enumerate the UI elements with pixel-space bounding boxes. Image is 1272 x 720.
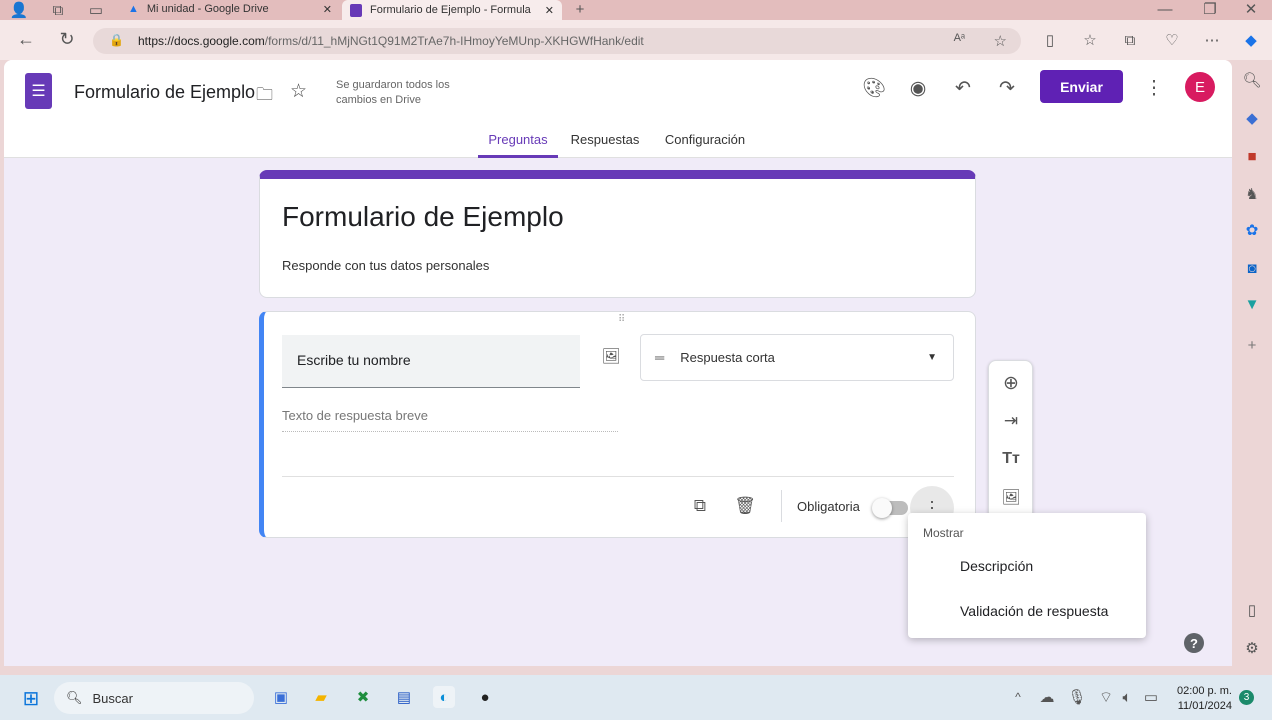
drag-handle-icon[interactable]: ⠿ [618,314,626,325]
add-image-icon[interactable]: 🖼︎ [999,485,1023,509]
menu-item-descripcion[interactable]: Descripción [908,543,1146,588]
forms-icon [350,3,362,17]
minimize-icon[interactable]: — [1150,0,1180,18]
tab-respuestas[interactable]: Respuestas [564,132,646,147]
microsoft365-icon[interactable]: ✿ [1242,220,1262,240]
divider [282,476,954,477]
required-label: Obligatoria [797,499,860,514]
address-bar[interactable]: 🔒 https://docs.google.com/forms/d/11_hMj… [93,28,1021,54]
save-status: Se guardaron todos los cambios en Drive [336,79,450,106]
add-icon[interactable]: + [1242,335,1262,355]
add-question-icon[interactable]: ⊕ [999,371,1023,395]
back-icon[interactable]: ← [14,26,38,52]
workspaces-icon[interactable]: ⧉ [48,0,68,20]
tab-google-drive[interactable]: ▲ Mi unidad - Google Drive ✕ [120,0,340,18]
star-icon[interactable]: ☆ [290,80,307,103]
taskbar-search[interactable]: 🔍︎ Buscar [54,682,254,714]
answer-placeholder: Texto de respuesta breve [282,408,618,432]
games-icon[interactable]: ♞ [1242,184,1262,204]
question-title-input[interactable]: Escribe tu nombre [282,335,580,388]
question-options-menu: Mostrar Descripción Validación de respue… [908,513,1146,638]
windows-taskbar: ⊞ 🔍︎ Buscar ▣ ▰ ✖ ▤ ◐ ● ^ ☁ 🎙︎ ⌔ 🔈︎ ▭ 02:… [0,675,1272,720]
duplicate-icon[interactable]: ⧉ [688,494,712,518]
search-icon[interactable]: 🔍︎ [1242,70,1262,90]
add-title-icon[interactable]: Tт [999,447,1023,471]
edge-sidebar: 🔍︎ ◆ ■ ♞ ✿ ◙ ▼ + ▯ ⚙ [1232,60,1272,675]
delete-icon[interactable]: 🗑︎ [733,494,757,518]
folder-icon[interactable]: 🗀 [256,82,273,111]
copilot-icon[interactable]: ◆ [1240,28,1262,52]
collections-icon[interactable]: ⧉ [1120,28,1140,52]
app-icon-2[interactable]: ● [474,686,496,708]
tab-forms[interactable]: Formulario de Ejemplo - Formula ✕ [342,0,562,20]
forms-page: ☰ Formulario de Ejemplo 🗀 ☆ Se guardaron… [4,60,1232,666]
sidebar-toggle-icon[interactable]: ▯ [1242,600,1262,620]
browser-tab-bar: 👤 ⧉ ▭ ▲ Mi unidad - Google Drive ✕ Formu… [0,0,1272,20]
settings-icon[interactable]: ⚙ [1242,638,1262,658]
mic-icon[interactable]: 🎙︎ [1067,687,1086,707]
split-icon[interactable]: ▯ [1040,28,1060,52]
form-name[interactable]: Formulario de Ejemplo [74,82,255,103]
forms-logo-icon[interactable]: ☰ [25,73,52,109]
profile-icon[interactable]: 👤 [8,0,30,20]
question-type-dropdown[interactable]: ═ Respuesta corta ▼ [640,334,954,381]
close-window-icon[interactable]: ✕ [1236,0,1266,18]
help-icon[interactable]: ? [1184,633,1204,653]
shopping-icon[interactable]: ◆ [1242,108,1262,128]
question-card[interactable]: ⠿ Escribe tu nombre 🖼︎ ═ Respuesta corta… [259,311,976,538]
tools-icon[interactable]: ■ [1242,146,1262,166]
volume-icon[interactable]: 🔈︎ [1118,687,1136,707]
form-title-card[interactable]: Formulario de Ejemplo Responde con tus d… [259,170,976,298]
notification-badge[interactable]: 3 [1239,690,1254,705]
windows-start-icon[interactable]: ⊞ [20,687,42,710]
forms-header: ☰ Formulario de Ejemplo 🗀 ☆ Se guardaron… [4,60,1232,158]
more-vert-icon[interactable]: ⋮ [1144,76,1164,100]
outlook-icon[interactable]: ◙ [1242,258,1262,278]
tab-preguntas[interactable]: Preguntas [478,132,558,158]
avatar[interactable]: E [1185,72,1215,102]
divider [781,490,782,522]
reload-icon[interactable]: ↻ [55,26,79,52]
close-icon[interactable]: ✕ [323,3,332,16]
close-icon[interactable]: ✕ [545,4,554,17]
battery-icon[interactable]: ▭ [1142,687,1160,707]
redo-icon[interactable]: ↷ [995,76,1019,100]
more-icon[interactable]: ⋯ [1202,28,1222,52]
form-title[interactable]: Formulario de Ejemplo [282,201,564,233]
short-text-icon: ═ [655,350,665,365]
form-description[interactable]: Responde con tus datos personales [282,258,489,273]
store-icon[interactable]: ▤ [393,686,415,708]
chevron-up-icon[interactable]: ^ [1010,687,1026,707]
undo-icon[interactable]: ↶ [951,76,975,100]
tab-configuracion[interactable]: Configuración [654,132,756,147]
favorites-icon[interactable]: ☆ [1080,28,1100,52]
extensions-icon[interactable]: ♡ [1162,28,1182,52]
drop-icon[interactable]: ▼ [1242,294,1262,314]
wifi-icon[interactable]: ⌔ [1097,687,1115,707]
restore-icon[interactable]: ❐ [1195,0,1225,18]
palette-icon[interactable]: 🎨︎ [862,76,886,100]
new-tab-icon[interactable]: + [570,0,590,18]
floating-toolbar: ⊕ ⇥ Tт 🖼︎ [988,360,1033,520]
search-icon: 🔍︎ [66,690,83,705]
menu-item-validacion[interactable]: Validación de respuesta [908,588,1146,633]
drive-icon: ▲ [128,3,139,15]
favorite-star-icon[interactable]: ☆ [994,32,1007,50]
menu-header: Mostrar [923,526,964,540]
app-icon[interactable]: ▣ [270,686,292,708]
file-explorer-icon[interactable]: ▰ [310,686,332,708]
edge-icon[interactable]: ◐ [433,686,455,708]
preview-eye-icon[interactable]: ◉ [906,76,930,100]
dropdown-arrow-icon: ▼ [927,352,937,363]
import-questions-icon[interactable]: ⇥ [999,409,1023,433]
read-aloud-icon[interactable]: Aᵃ [954,32,965,44]
onedrive-icon[interactable]: ☁ [1038,687,1056,707]
required-toggle[interactable] [872,498,908,518]
send-button[interactable]: Enviar [1040,70,1123,103]
clock[interactable]: 02:00 p. m. 11/01/2024 [1170,684,1232,714]
add-image-icon[interactable]: 🖼︎ [600,345,622,367]
lock-icon: 🔒 [109,33,124,47]
tab-actions-icon[interactable]: ▭ [86,0,106,20]
xbox-icon[interactable]: ✖ [352,686,374,708]
